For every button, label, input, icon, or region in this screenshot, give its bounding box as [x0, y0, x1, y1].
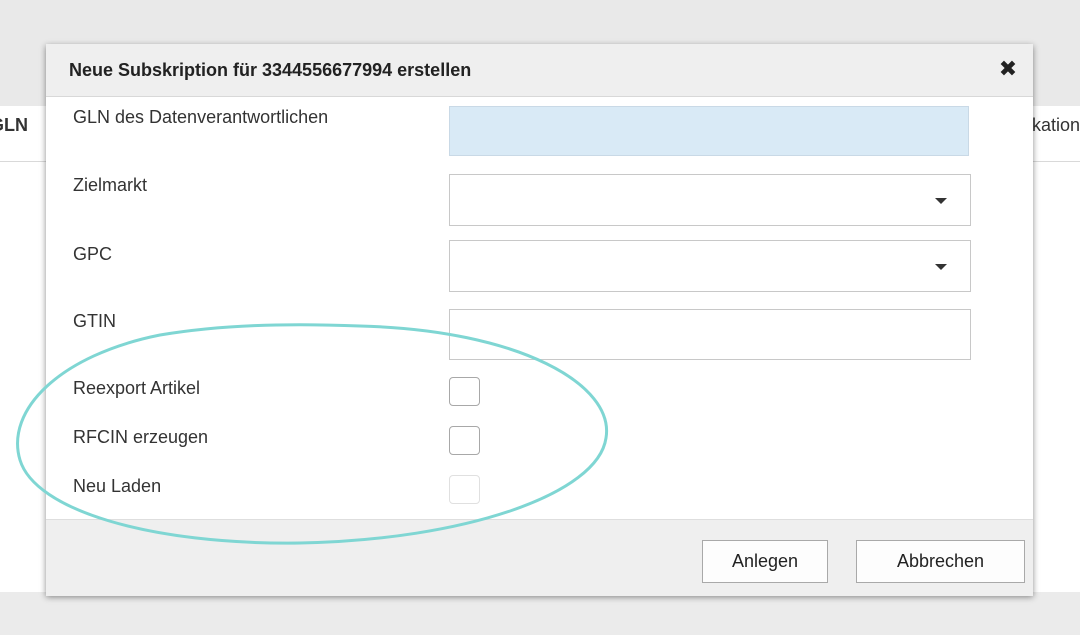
- dialog-title: Neue Subskription für 3344556677994 erst…: [69, 60, 472, 80]
- neu-laden-checkbox: [449, 475, 480, 504]
- rfcin-label: RFCIN erzeugen: [73, 427, 209, 447]
- gtin-input[interactable]: [449, 309, 971, 360]
- close-icon[interactable]: ✖: [995, 56, 1021, 82]
- gtin-label: GTIN: [73, 311, 116, 331]
- zielmarkt-select[interactable]: [449, 174, 971, 226]
- dialog-footer: Anlegen Abbrechen: [46, 519, 1033, 596]
- reexport-label: Reexport Artikel: [73, 378, 201, 398]
- cancel-button[interactable]: Abbrechen: [856, 540, 1025, 583]
- gpc-select[interactable]: [449, 240, 971, 292]
- gln-input[interactable]: [449, 106, 969, 156]
- gpc-label: GPC: [73, 244, 113, 264]
- background-column-header-left: GLN: [0, 115, 28, 135]
- zielmarkt-label: Zielmarkt: [73, 175, 148, 195]
- create-button[interactable]: Anlegen: [702, 540, 828, 583]
- chevron-down-icon: [935, 198, 947, 204]
- chevron-down-icon: [935, 264, 947, 270]
- create-subscription-dialog: Neue Subskription für 3344556677994 erst…: [46, 44, 1033, 596]
- background-bottom-bar: [0, 592, 1080, 635]
- dialog-header: Neue Subskription für 3344556677994 erst…: [46, 44, 1033, 97]
- neu-laden-label: Neu Laden: [73, 476, 162, 496]
- background-column-header-right: kation: [1032, 115, 1080, 135]
- gln-label: GLN des Datenverantwortlichen: [73, 107, 329, 127]
- rfcin-checkbox[interactable]: [449, 426, 480, 455]
- reexport-checkbox[interactable]: [449, 377, 480, 406]
